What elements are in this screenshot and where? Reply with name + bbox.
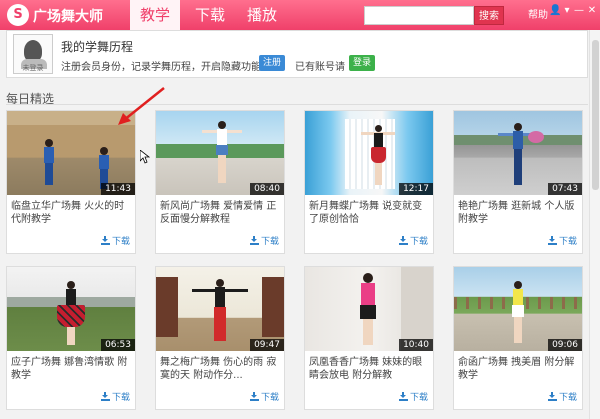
download-icon (249, 392, 259, 401)
video-duration: 12:17 (399, 183, 433, 195)
has-account-text: 已有账号请 (295, 62, 345, 73)
video-duration: 08:40 (250, 183, 284, 195)
download-button[interactable]: 下载 (249, 234, 279, 247)
video-thumbnail[interactable]: 09:06 (454, 267, 582, 351)
tab-play[interactable]: 播放 (242, 0, 282, 30)
profile-title: 我的学舞历程 (61, 40, 134, 54)
tab-teaching[interactable]: 教学 (130, 0, 180, 30)
download-icon (249, 236, 259, 245)
video-duration: 11:43 (101, 183, 135, 195)
search-button[interactable]: 搜索 (474, 6, 504, 25)
video-thumbnail[interactable]: 06:53 (7, 267, 135, 351)
video-thumbnail[interactable]: 10:40 (305, 267, 433, 351)
scrollbar-thumb[interactable] (592, 40, 599, 190)
close-icon[interactable]: ✕ (586, 5, 598, 16)
scrollbar[interactable] (589, 30, 600, 419)
login-button[interactable]: 登录 (349, 55, 375, 71)
avatar-label: 未登录 (22, 64, 44, 72)
mouse-cursor-icon (140, 150, 150, 164)
download-button[interactable]: 下载 (100, 390, 130, 403)
download-button[interactable]: 下载 (547, 390, 577, 403)
download-button[interactable]: 下载 (547, 234, 577, 247)
video-duration: 09:06 (548, 339, 582, 351)
video-duration: 10:40 (399, 339, 433, 351)
tab-download[interactable]: 下载 (190, 0, 230, 30)
register-button[interactable]: 注册 (259, 55, 285, 71)
video-thumbnail[interactable]: 07:43 (454, 111, 582, 195)
video-card[interactable]: 08:40 新风尚广场舞 爱情爱情 正反面慢分解教程 下载 (155, 110, 285, 254)
menu-dropdown-icon[interactable]: ▾ (561, 5, 573, 16)
video-title[interactable]: 艳艳广场舞 逛新城 个人版附教学 (458, 200, 580, 226)
video-title[interactable]: 新月舞蝶广场舞 说变就变了原创恰恰 (309, 200, 431, 226)
minimize-icon[interactable]: — (573, 5, 585, 16)
download-icon (100, 236, 110, 245)
video-title[interactable]: 俞函广场舞 拽美眉 附分解教学 (458, 356, 580, 382)
video-card[interactable]: 09:47 舞之梅广场舞 伤心的雨 寂寞的天 附动作分... 下载 (155, 266, 285, 410)
video-title[interactable]: 凤凰香香广场舞 妹妹的眼睛会放电 附分解教 (309, 356, 431, 382)
video-title[interactable]: 临盘立华广场舞 火火的时代附教学 (11, 200, 133, 226)
help-link[interactable]: 帮助 (528, 6, 548, 21)
video-title[interactable]: 新风尚广场舞 爱情爱情 正反面慢分解教程 (160, 200, 282, 226)
learning-history-panel: 未登录 我的学舞历程 注册会员身份，记录学舞历程，开启隐藏功能。 注册 已有账号… (6, 30, 588, 78)
video-title[interactable]: 应子广场舞 娜鲁湾情歌 附教学 (11, 356, 133, 382)
video-thumbnail[interactable]: 08:40 (156, 111, 284, 195)
video-card[interactable]: 11:43 临盘立华广场舞 火火的时代附教学 下载 (6, 110, 136, 254)
video-thumbnail[interactable]: 12:17 (305, 111, 433, 195)
title-bar: S 广场舞大师 教学 下载 播放 搜索 帮助 👤 ▾ — ✕ (0, 0, 600, 30)
app-logo-icon: S (7, 4, 29, 26)
video-card[interactable]: 09:06 俞函广场舞 拽美眉 附分解教学 下载 (453, 266, 583, 410)
video-card[interactable]: 07:43 艳艳广场舞 逛新城 个人版附教学 下载 (453, 110, 583, 254)
user-icon[interactable]: 👤 (549, 5, 561, 16)
download-icon (398, 392, 408, 401)
video-card[interactable]: 06:53 应子广场舞 娜鲁湾情歌 附教学 下载 (6, 266, 136, 410)
download-icon (100, 392, 110, 401)
search-input[interactable] (364, 6, 474, 25)
annotation-arrow-icon (118, 87, 165, 125)
download-button[interactable]: 下载 (398, 234, 428, 247)
video-duration: 06:53 (101, 339, 135, 351)
divider (6, 104, 588, 105)
video-title[interactable]: 舞之梅广场舞 伤心的雨 寂寞的天 附动作分... (160, 356, 282, 382)
download-icon (547, 392, 557, 401)
video-duration: 07:43 (548, 183, 582, 195)
download-icon (398, 236, 408, 245)
app-title: 广场舞大师 (33, 9, 103, 25)
profile-description: 注册会员身份，记录学舞历程，开启隐藏功能。 (61, 62, 271, 73)
download-button[interactable]: 下载 (249, 390, 279, 403)
video-card[interactable]: 10:40 凤凰香香广场舞 妹妹的眼睛会放电 附分解教 下载 (304, 266, 434, 410)
download-button[interactable]: 下载 (398, 390, 428, 403)
avatar[interactable]: 未登录 (13, 34, 53, 74)
video-card[interactable]: 12:17 新月舞蝶广场舞 说变就变了原创恰恰 下载 (304, 110, 434, 254)
video-duration: 09:47 (250, 339, 284, 351)
download-button[interactable]: 下载 (100, 234, 130, 247)
video-thumbnail[interactable]: 09:47 (156, 267, 284, 351)
download-icon (547, 236, 557, 245)
